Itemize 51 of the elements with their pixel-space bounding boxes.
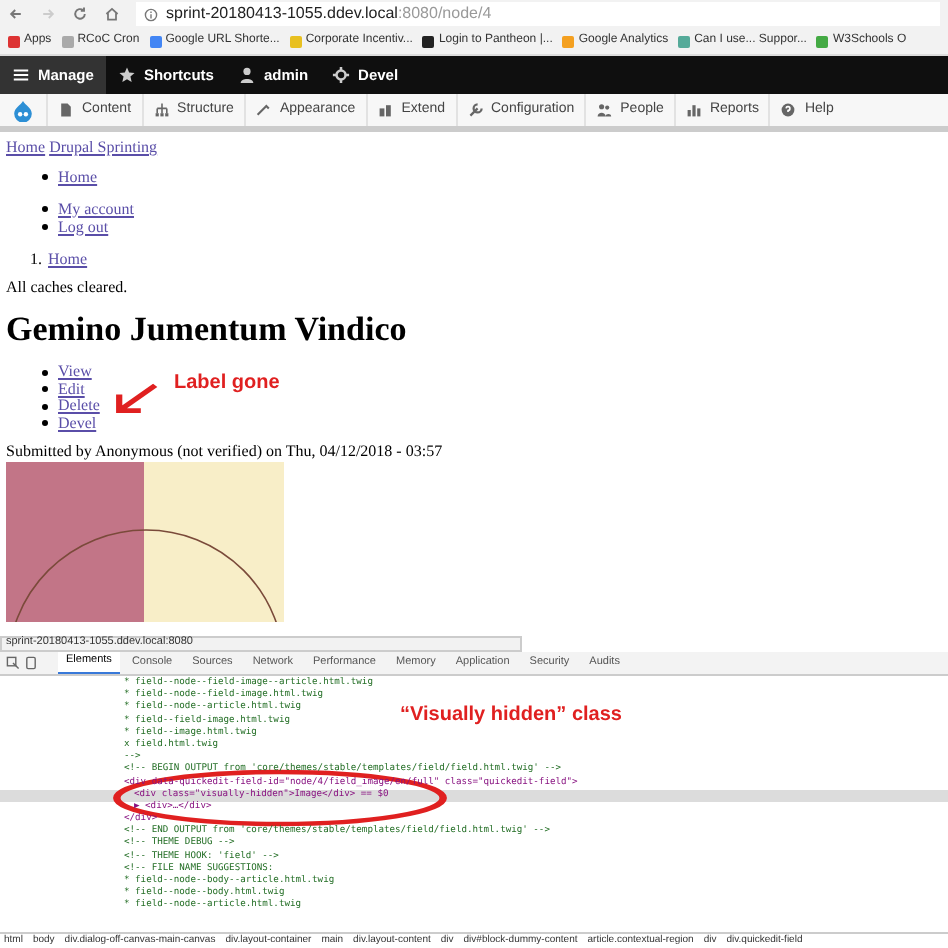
address-field[interactable]: sprint-20180413-1055.ddev.local:8080/node/4: [136, 2, 940, 26]
bookmark-icon: [61, 35, 74, 47]
menu-icon: [12, 66, 30, 84]
breadcrumb-link[interactable]: Home: [48, 251, 88, 267]
bar-chart-icon: [685, 102, 702, 118]
home-image-link[interactable]: Home: [6, 136, 46, 160]
menu-link[interactable]: My account: [58, 201, 134, 217]
bookmark-icon: [678, 35, 691, 47]
tab-link[interactable]: Devel: [58, 415, 97, 432]
inspect-icon[interactable]: [6, 656, 20, 670]
annotation-text: Label gone: [174, 370, 280, 398]
submitted-text: Submitted by Anonymous (not verified) on Thu, 04/12/2018 - 03:57: [6, 444, 445, 460]
menu-link[interactable]: Log out: [58, 219, 109, 235]
brush-icon: [255, 102, 272, 118]
bullet-icon: [42, 174, 48, 180]
home-icon[interactable]: [104, 6, 120, 22]
help-icon: [780, 102, 797, 118]
device-icon[interactable]: [24, 656, 38, 670]
bookmark-icon: [149, 35, 162, 47]
back-icon[interactable]: [8, 6, 24, 22]
tab-link[interactable]: View: [58, 364, 92, 381]
user-icon: [237, 66, 256, 84]
hierarchy-icon: [153, 102, 170, 118]
document-icon: [58, 102, 74, 118]
wrench-icon: [467, 102, 483, 118]
bookmark-icon: [8, 35, 20, 47]
page-title: Gemino Jumentum Vindico: [6, 312, 409, 346]
bullet-icon: [42, 386, 48, 393]
bullet-icon: [42, 403, 48, 410]
status-message: All caches cleared.: [6, 280, 130, 296]
annotation-arrow-icon: [112, 380, 160, 416]
menu-link[interactable]: Home: [58, 169, 98, 185]
people-icon: [596, 102, 613, 118]
star-icon: [117, 66, 136, 84]
bullet-icon: [42, 420, 48, 427]
list-number: 1.: [30, 247, 42, 271]
tab-link[interactable]: Edit: [58, 381, 85, 398]
info-icon: [144, 7, 158, 21]
bookmark-icon: [816, 35, 829, 47]
bookmark-icon: [562, 35, 575, 47]
tab-link[interactable]: Delete: [58, 398, 100, 415]
bullet-icon: [42, 224, 48, 230]
reload-icon[interactable]: [72, 6, 88, 22]
url-text: sprint-20180413-1055.ddev.local:8080/node/4: [166, 6, 492, 22]
bookmark-icon: [289, 35, 302, 47]
bullet-icon: [42, 369, 48, 376]
drupal-logo-icon[interactable]: [12, 99, 34, 121]
annotation-text: “Visually hidden” class: [400, 702, 622, 730]
site-name-link[interactable]: Drupal Sprinting: [49, 136, 158, 160]
bullet-icon: [42, 206, 48, 212]
bookmark-icon: [422, 35, 435, 47]
